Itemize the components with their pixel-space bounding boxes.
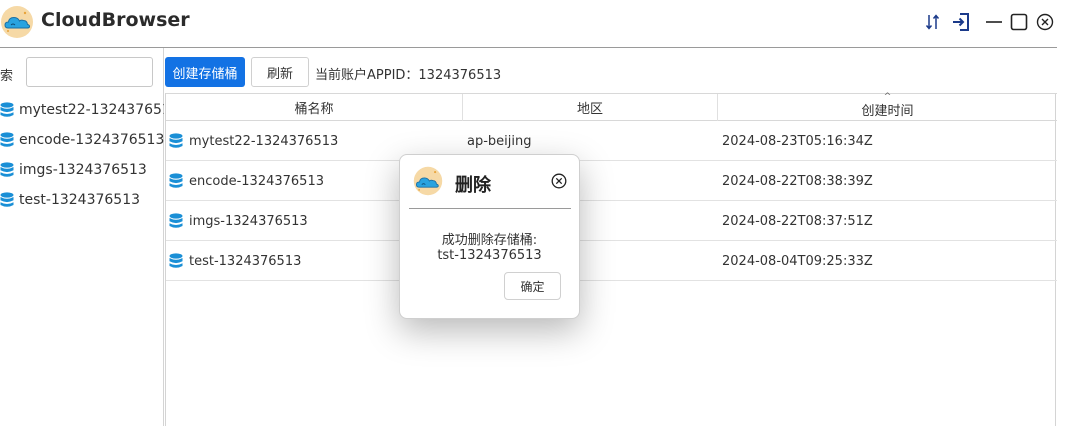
bucket-name: imgs-1324376513 xyxy=(189,213,308,229)
database-icon xyxy=(0,132,14,147)
sort-toggle-icon[interactable] xyxy=(924,11,942,33)
title-bar: CloudBrowser xyxy=(0,0,1071,44)
column-header-region[interactable]: 地区 xyxy=(463,94,718,121)
bucket-name-cell: mytest22-1324376513 xyxy=(169,121,338,161)
sidebar-item-bucket[interactable]: encode-1324376513 xyxy=(0,128,164,152)
confirm-button[interactable]: 确定 xyxy=(504,272,561,300)
create-bucket-button[interactable]: 创建存储桶 xyxy=(165,57,245,87)
database-icon xyxy=(169,173,183,188)
app-title: CloudBrowser xyxy=(41,9,190,31)
database-icon xyxy=(169,213,183,228)
table-row[interactable]: test-1324376513 2024-08-04T09:25:33Z xyxy=(166,241,1057,281)
dialog-bucket-name: tst-1324376513 xyxy=(437,248,542,263)
sidebar-item-label: test-1324376513 xyxy=(19,192,141,208)
column-header-name[interactable]: 桶名称 xyxy=(166,94,463,121)
created-time-cell: 2024-08-04T09:25:33Z xyxy=(722,253,873,269)
database-icon xyxy=(0,192,14,207)
bucket-name-cell: imgs-1324376513 xyxy=(169,201,308,241)
database-icon xyxy=(169,133,183,148)
dialog-message: 成功删除存储桶: xyxy=(441,233,538,248)
table-row[interactable]: mytest22-1324376513 ap-beijing 2024-08-2… xyxy=(166,121,1057,161)
delete-result-dialog: 删除 成功删除存储桶: tst-1324376513 确定 xyxy=(399,154,580,319)
refresh-button[interactable]: 刷新 xyxy=(251,57,309,87)
database-icon xyxy=(169,253,183,268)
sidebar-item-label: encode-1324376513 xyxy=(19,132,164,148)
dialog-close-icon[interactable] xyxy=(551,173,567,189)
dialog-title: 删除 xyxy=(455,175,491,196)
search-input[interactable] xyxy=(26,57,153,87)
column-header-created[interactable]: ^ 创建时间 xyxy=(718,92,1057,121)
table-row[interactable]: encode-1324376513 2024-08-22T08:38:39Z xyxy=(166,161,1057,201)
sidebar-item-label: mytest22-1324376513 xyxy=(19,102,164,118)
cloud-logo-icon xyxy=(413,166,443,196)
dialog-divider xyxy=(409,208,571,209)
column-header-label: 地区 xyxy=(576,102,603,117)
sort-ascending-icon: ^ xyxy=(883,92,892,102)
cloud-logo-icon xyxy=(1,6,33,38)
created-time-cell: 2024-08-23T05:16:34Z xyxy=(722,133,873,149)
sidebar: 搜索 mytest22-1324376513 encode-1324376513… xyxy=(0,48,164,426)
appid-label: 当前账户APPID：1324376513 xyxy=(315,68,502,83)
bucket-name: test-1324376513 xyxy=(189,253,302,269)
sidebar-item-label: imgs-1324376513 xyxy=(19,162,147,178)
table-row[interactable]: imgs-1324376513 2024-08-22T08:37:51Z xyxy=(166,201,1057,241)
sidebar-item-bucket[interactable]: test-1324376513 xyxy=(0,188,164,212)
search-label: 搜索 xyxy=(0,69,14,84)
minimize-icon[interactable] xyxy=(984,11,1004,33)
created-time-cell: 2024-08-22T08:37:51Z xyxy=(722,213,873,229)
created-time-cell: 2024-08-22T08:38:39Z xyxy=(722,173,873,189)
database-icon xyxy=(0,162,14,177)
bucket-name: encode-1324376513 xyxy=(189,173,324,189)
bucket-name-cell: test-1324376513 xyxy=(169,241,301,281)
column-header-label: 桶名称 xyxy=(294,102,334,117)
bucket-name: mytest22-1324376513 xyxy=(189,133,339,149)
close-icon[interactable] xyxy=(1035,11,1055,33)
column-header-label: 创建时间 xyxy=(861,103,914,119)
login-icon[interactable] xyxy=(950,11,972,33)
database-icon xyxy=(0,102,14,117)
sidebar-item-bucket[interactable]: imgs-1324376513 xyxy=(0,158,164,182)
sidebar-item-bucket[interactable]: mytest22-1324376513 xyxy=(0,98,164,122)
bucket-table: 桶名称 地区 ^ 创建时间 mytest22-1324376513 ap-bei… xyxy=(165,93,1057,426)
maximize-icon[interactable] xyxy=(1009,11,1029,33)
bucket-name-cell: encode-1324376513 xyxy=(169,161,324,201)
table-header: 桶名称 地区 ^ 创建时间 xyxy=(166,93,1057,121)
